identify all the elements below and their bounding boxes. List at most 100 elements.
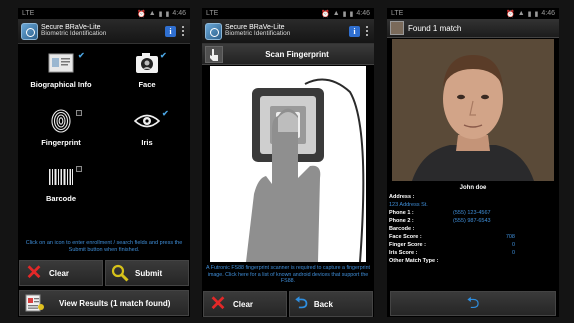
submit-label: Submit — [135, 268, 163, 278]
app-logo-icon — [205, 22, 222, 40]
match-header: Found 1 match — [387, 19, 559, 38]
phone2-value: (555) 987-6543 — [453, 217, 491, 224]
status-left: LTE — [206, 10, 219, 17]
finger-score-value: 0 — [511, 241, 515, 248]
alarm-icon: ⏰ — [321, 10, 330, 18]
battery-icon: ▮ — [349, 10, 354, 18]
fingerprint-icon — [51, 109, 71, 133]
signal-icon: ▮ — [527, 10, 532, 18]
app-logo-icon — [21, 22, 38, 40]
eye-icon — [134, 114, 160, 128]
app-bar: Secure BRaVe-Lite Biometric Identificati… — [202, 19, 374, 44]
clear-label: Clear — [233, 299, 254, 309]
item-label: Barcode — [45, 194, 76, 203]
submit-button[interactable]: Submit — [105, 260, 189, 286]
clear-x-icon: ✕ — [209, 293, 227, 315]
clear-button[interactable]: ✕ Clear — [19, 260, 103, 286]
match-details: Address : 123 Address St. Phone 1 : (555)… — [389, 194, 555, 266]
status-time: 4:46 — [541, 10, 555, 17]
other-match-label: Other Match Type : — [389, 257, 439, 264]
view-results-label: View Results (1 match found) — [59, 298, 171, 308]
battery-icon: ▮ — [534, 10, 539, 18]
status-bar: LTE ⏰ ▲ ▮ ▮ 4:46 — [387, 8, 559, 19]
item-label: Fingerprint — [41, 138, 81, 147]
results-row: View Results (1 match found) — [18, 290, 190, 316]
battery-icon: ▮ — [165, 10, 170, 18]
iris-score-value: 0 — [511, 249, 515, 256]
back-button[interactable]: ⮌ Back — [289, 291, 373, 317]
back-label: Back — [313, 299, 333, 309]
status-bar: LTE ⏰ ▲ ▮ ▮ 4:46 — [202, 8, 374, 19]
face-score-value: 708 — [505, 233, 515, 240]
barcode-label: Barcode : — [389, 225, 415, 232]
fingerprint-scan-area[interactable] — [210, 66, 366, 263]
status-time: 4:46 — [356, 10, 370, 17]
overflow-menu-icon[interactable] — [365, 26, 369, 36]
item-face[interactable]: ✔ Face — [104, 49, 190, 89]
face-score-label: Face Score : — [389, 233, 422, 240]
clear-label: Clear — [49, 268, 70, 278]
alarm-icon: ⏰ — [137, 10, 146, 18]
wifi-icon: ▲ — [148, 10, 156, 17]
checkmark-icon: ✔ — [160, 51, 167, 60]
back-arrow-icon: ⮌ — [466, 294, 480, 312]
phone-screen-scan: LTE ⏰ ▲ ▮ ▮ 4:46 Secure BRaVe-Lite Biome… — [202, 8, 374, 317]
status-left: LTE — [22, 10, 35, 17]
wifi-icon: ▲ — [332, 10, 340, 17]
item-biographical-info[interactable]: ✔ Biographical Info — [18, 49, 104, 89]
signal-icon: ▮ — [342, 10, 347, 18]
camera-icon — [136, 53, 158, 73]
alarm-icon: ⏰ — [506, 10, 515, 18]
wifi-icon: ▲ — [517, 10, 525, 17]
scanner-illustration — [246, 78, 365, 263]
checkbox[interactable] — [76, 110, 82, 116]
item-label: Biographical Info — [30, 80, 92, 89]
results-list-icon — [25, 294, 44, 312]
status-bar: LTE ⏰ ▲ ▮ ▮ 4:46 — [18, 8, 190, 19]
info-button[interactable]: i — [349, 25, 360, 37]
hand-pointer-icon — [205, 45, 223, 63]
address-value: 123 Address St. — [389, 201, 428, 208]
action-row: ✕ Clear Submit — [18, 260, 190, 286]
checkmark-icon: ✔ — [78, 51, 85, 60]
clear-x-icon: ✕ — [25, 262, 43, 284]
magnifier-icon — [111, 264, 129, 282]
status-time: 4:46 — [172, 10, 186, 17]
checkmark-icon: ✔ — [162, 109, 169, 118]
app-subtitle: Biometric Identification — [41, 30, 107, 38]
phone1-label: Phone 1 : — [389, 209, 414, 216]
app-bar: Secure BRaVe-Lite Biometric Identificati… — [18, 19, 190, 44]
signal-icon: ▮ — [158, 10, 163, 18]
item-iris[interactable]: ✔ Iris — [104, 107, 190, 147]
action-row: ✕ Clear ⮌ Back — [202, 291, 374, 317]
phone1-value: (555) 123-4567 — [453, 209, 491, 216]
status-left: LTE — [391, 10, 404, 17]
barcode-icon — [49, 169, 73, 185]
match-title: Found 1 match — [408, 23, 462, 33]
match-name: John doe — [459, 185, 487, 191]
item-fingerprint[interactable]: Fingerprint — [18, 107, 104, 147]
address-label: Address : — [389, 194, 415, 200]
phone-screen-match: LTE ⏰ ▲ ▮ ▮ 4:46 Found 1 match John doe … — [387, 8, 559, 317]
face-photo — [392, 39, 554, 181]
instruction-text: Click on an icon to enter enrollment / s… — [25, 240, 183, 253]
back-arrow-icon: ⮌ — [295, 295, 308, 312]
app-subtitle: Biometric Identification — [225, 30, 291, 38]
scanner-requirement-link[interactable]: A Futronic FS88 fingerprint scanner is r… — [205, 265, 371, 285]
phone2-label: Phone 2 : — [389, 217, 414, 224]
overflow-menu-icon[interactable] — [181, 26, 185, 36]
biometric-grid: ✔ Biographical Info ✔ Face Fingerprint ✔… — [18, 45, 190, 225]
info-button[interactable]: i — [165, 25, 176, 37]
person-portrait — [392, 39, 554, 181]
item-label: Iris — [141, 138, 153, 147]
view-results-button[interactable]: View Results (1 match found) — [19, 290, 189, 316]
clear-button[interactable]: ✕ Clear — [203, 291, 287, 317]
checkbox[interactable] — [76, 166, 82, 172]
match-thumbnail-icon — [390, 21, 404, 35]
back-button[interactable]: ⮌ — [390, 291, 556, 316]
iris-score-label: Iris Score : — [389, 249, 418, 256]
item-label: Face — [138, 80, 156, 89]
scan-header: Scan Fingerprint — [202, 44, 374, 65]
id-card-icon — [48, 53, 74, 73]
item-barcode[interactable]: Barcode — [18, 163, 104, 203]
